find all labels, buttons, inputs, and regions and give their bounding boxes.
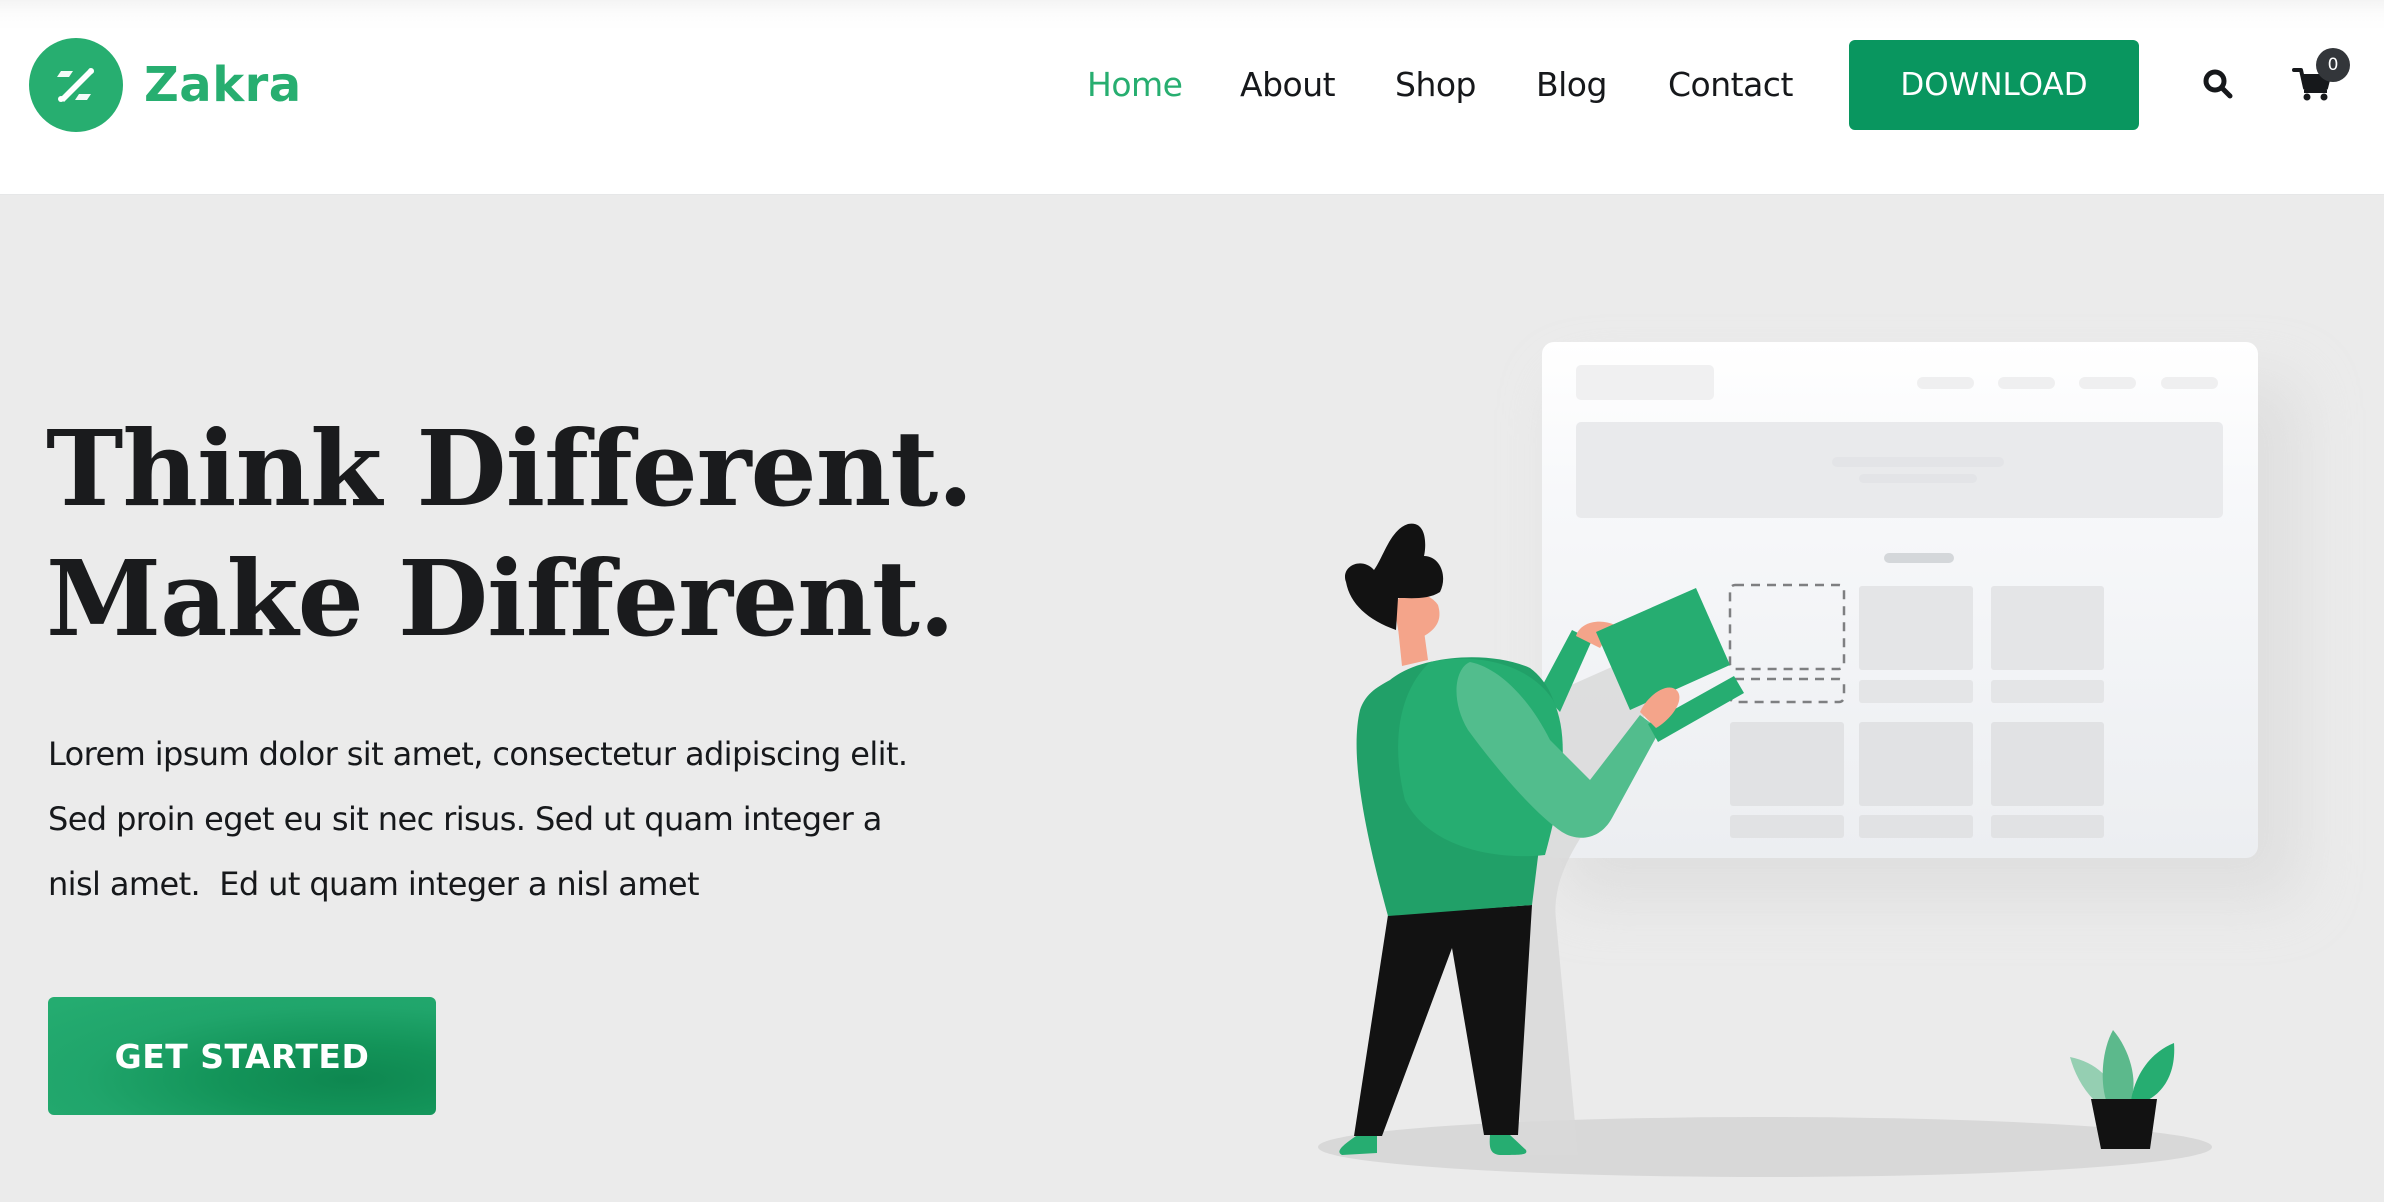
mockup-grid-item [1730,722,1844,806]
zakra-logo-icon [29,38,123,132]
site-title: Zakra [144,57,302,113]
hero-description-line-2: Sed proin eget eu sit nec risus. Sed ut … [48,800,882,838]
get-started-button[interactable]: GET STARTED [48,997,436,1115]
hero-title: Think Different. Make Different. [46,404,974,664]
hero-title-line-1: Think Different. [46,407,974,530]
mockup-grid-item [1991,586,2104,670]
mockup-nav-placeholder [2079,377,2136,389]
hero-description-line-3: nisl amet. Ed ut quam integer a nisl ame… [48,865,700,903]
mockup-grid-drop-slot-caption [1728,677,1846,704]
mockup-grid-item [1859,722,1973,806]
person-back-hand [1576,621,1615,648]
mockup-nav-placeholder [1917,377,1974,389]
person-front-hand [1640,687,1680,728]
person-figure [1339,523,1744,1155]
hero-description-line-1: Lorem ipsum dolor sit amet, consectetur … [48,735,908,773]
plant-leaf-left [2070,1057,2118,1100]
person-pants [1354,905,1532,1136]
person-neck [1396,602,1428,666]
plant-leaf-right [2131,1043,2175,1100]
person-cast-shadow [1518,650,1650,1155]
mockup-heading-placeholder [1884,553,1954,563]
nav-item-shop[interactable]: Shop [1395,60,1477,110]
nav-item-home[interactable]: Home [1087,60,1183,110]
held-card-strip [1648,676,1744,742]
nav-item-blog[interactable]: Blog [1536,60,1607,110]
browser-card-shadow [1560,380,2300,900]
download-button[interactable]: DOWNLOAD [1849,40,2139,130]
plant-pot [2091,1099,2157,1149]
floor-shadow [1318,1117,2212,1177]
mockup-grid-item [1859,586,1973,670]
mockup-banner-line [1832,457,2004,467]
hero-description: Lorem ipsum dolor sit amet, consectetur … [48,722,1028,917]
mockup-grid-caption [1991,680,2104,703]
held-card [1596,588,1730,710]
site-header: Zakra Home About Shop Blog Contact DOWNL… [0,0,2384,195]
mockup-grid-caption [1859,680,1973,703]
plant-leaf-middle [2102,1030,2134,1100]
site-logo[interactable]: Zakra [28,37,302,133]
mockup-grid-drop-slot [1728,583,1846,671]
search-icon[interactable] [2202,68,2234,100]
mockup-banner-placeholder [1576,422,2223,518]
person-hair [1344,523,1444,630]
mockup-grid-caption [1730,815,1844,838]
mockup-grid-caption [1859,815,1973,838]
person-shoe-right [1489,1135,1527,1155]
person-shoe-left [1339,1136,1377,1155]
mockup-nav-placeholder [1998,377,2055,389]
person-torso-highlight [1398,658,1563,857]
person-back-arm [1540,630,1592,712]
hero-title-line-2: Make Different. [46,537,955,660]
nav-item-contact[interactable]: Contact [1668,60,1793,110]
mockup-grid-item [1991,722,2104,806]
mockup-logo-placeholder [1576,365,1714,400]
person-face [1394,593,1440,640]
browser-mockup [1542,342,2258,858]
mockup-banner-line [1859,474,1977,483]
mockup-nav-placeholder [2161,377,2218,389]
person-torso [1356,657,1560,916]
nav-item-about[interactable]: About [1240,60,1336,110]
potted-plant [2070,1030,2175,1149]
cart-count-badge: 0 [2316,48,2350,82]
person-front-sleeve [1456,662,1660,838]
mockup-grid-caption [1991,815,2104,838]
